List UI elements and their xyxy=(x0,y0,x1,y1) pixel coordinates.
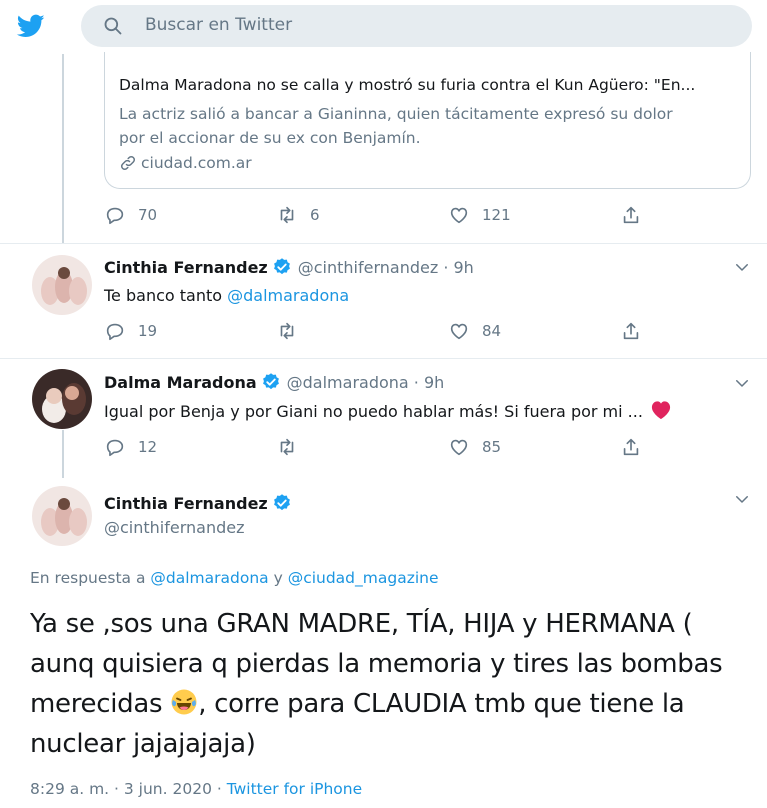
retweet-icon xyxy=(280,322,294,340)
card-desc-line: por el accionar de su ex con Benjamín. xyxy=(119,129,421,147)
top-bar xyxy=(0,0,767,54)
reply-button[interactable]: 19 xyxy=(104,319,157,343)
like-button[interactable]: 84 xyxy=(448,319,501,343)
tweet-header-handle: @cinthifernandez xyxy=(104,518,245,537)
tweet-line: Ya se ,sos una GRAN MADRE, TÍA, HIJA y H… xyxy=(30,609,693,639)
divider xyxy=(0,358,767,359)
tweet-header: Cinthia Fernandez @cinthifernandez · 9h xyxy=(104,257,474,277)
like-button[interactable]: 85 xyxy=(448,435,501,459)
reply-and: y xyxy=(268,569,288,587)
like-count: 121 xyxy=(482,206,511,224)
tweet-line-part: merecidas xyxy=(30,689,171,719)
tweet-actions: 70 6 121 xyxy=(104,203,664,227)
mention-link[interactable]: @dalmaradona xyxy=(227,286,349,305)
reply-context: En respuesta a @dalmaradona y @ciudad_ma… xyxy=(30,569,439,587)
twitter-bird-icon[interactable] xyxy=(15,12,47,40)
tweet-source[interactable]: Twitter for iPhone xyxy=(227,780,362,798)
author-name[interactable]: Cinthia Fernandez xyxy=(104,494,268,513)
share-icon xyxy=(623,206,639,224)
mention-link[interactable]: @dalmaradona xyxy=(150,569,268,587)
link-icon xyxy=(120,155,136,171)
author-name[interactable]: Cinthia Fernandez xyxy=(104,258,268,277)
heart-emoji xyxy=(651,401,671,420)
share-button[interactable] xyxy=(620,203,642,227)
heart-icon xyxy=(450,323,468,340)
share-button[interactable] xyxy=(620,435,642,459)
heart-icon xyxy=(450,439,468,456)
retweet-button[interactable]: 6 xyxy=(276,203,320,227)
tweet-line: aunq quisiera q pierdas la memoria y tir… xyxy=(30,649,723,679)
share-icon xyxy=(623,322,639,340)
card-title: Dalma Maradona no se calla y mostró su f… xyxy=(119,76,696,94)
avatar[interactable] xyxy=(32,369,92,429)
tweet-text: Te banco tanto @dalmaradona xyxy=(104,286,349,305)
card-domain: ciudad.com.ar xyxy=(119,154,252,172)
tweet-text-body: Igual por Benja y por Giani no puedo hab… xyxy=(104,402,643,421)
chevron-down-icon[interactable] xyxy=(733,374,751,392)
card-desc-line: La actriz salió a bancar a Gianinna, qui… xyxy=(119,105,673,123)
heart-icon xyxy=(450,207,468,224)
chevron-down-icon[interactable] xyxy=(733,258,751,276)
tweet-actions: 19 84 xyxy=(104,319,664,343)
main-tweet-text: Ya se ,sos una GRAN MADRE, TÍA, HIJA y H… xyxy=(30,604,750,764)
like-count: 84 xyxy=(482,322,502,340)
tweet-text: Igual por Benja y por Giani no puedo hab… xyxy=(104,400,672,421)
tweet-header: Cinthia Fernandez xyxy=(104,493,298,513)
retweet-button[interactable] xyxy=(276,435,310,459)
reply-icon xyxy=(106,439,124,457)
verified-badge-icon xyxy=(273,494,290,511)
tweet-meta: 8:29 a. m. · 3 jun. 2020 · Twitter for i… xyxy=(30,780,362,798)
share-icon xyxy=(623,438,639,456)
reply-count: 19 xyxy=(138,322,158,340)
reply-icon xyxy=(106,207,124,225)
search-box[interactable] xyxy=(81,5,752,47)
author-handle[interactable]: @cinthifernandez xyxy=(104,518,245,537)
author-handle: @dalmaradona · 9h xyxy=(286,372,445,392)
divider xyxy=(0,243,767,244)
reply-button[interactable]: 12 xyxy=(104,435,157,459)
verified-badge-icon xyxy=(262,373,279,390)
like-count: 85 xyxy=(482,438,502,456)
tweet-header: Dalma Maradona @dalmaradona · 9h xyxy=(104,372,444,392)
retweet-button[interactable] xyxy=(276,319,310,343)
tweet-text-body: Te banco tanto xyxy=(104,286,228,305)
thread-connector xyxy=(62,54,64,244)
search-icon xyxy=(104,17,122,35)
tweet-line: merecidas , corre para CLAUDIA tmb que t… xyxy=(30,684,750,724)
reply-count: 12 xyxy=(138,438,158,456)
tweet-actions: 12 85 xyxy=(104,435,664,459)
reply-icon xyxy=(106,323,124,341)
reply-prefix: En respuesta a xyxy=(30,569,151,587)
chevron-down-icon[interactable] xyxy=(733,490,751,508)
retweet-icon xyxy=(280,438,294,456)
search-input[interactable] xyxy=(145,15,685,35)
retweet-count: 6 xyxy=(310,206,320,224)
laughing-emoji xyxy=(171,689,197,715)
card-description: La actriz salió a bancar a Gianinna, qui… xyxy=(119,102,739,150)
tweet-line: nuclear jajajajaja) xyxy=(30,729,256,759)
card-domain-text: ciudad.com.ar xyxy=(141,154,252,172)
avatar[interactable] xyxy=(32,486,92,546)
link-card[interactable]: Dalma Maradona no se calla y mostró su f… xyxy=(104,52,751,189)
reply-count: 70 xyxy=(138,206,158,224)
share-button[interactable] xyxy=(620,319,642,343)
avatar[interactable] xyxy=(32,255,92,315)
tweet-line-part: , corre para CLAUDIA tmb que tiene la xyxy=(198,689,685,719)
tweet-timestamp[interactable]: 8:29 a. m. · 3 jun. 2020 · xyxy=(30,780,227,798)
author-handle: @cinthifernandez · 9h xyxy=(297,257,474,277)
retweet-icon xyxy=(280,206,294,224)
reply-button[interactable]: 70 xyxy=(104,203,157,227)
like-button[interactable]: 121 xyxy=(448,203,511,227)
verified-badge-icon xyxy=(273,258,290,275)
mention-link[interactable]: @ciudad_magazine xyxy=(288,569,439,587)
author-name[interactable]: Dalma Maradona xyxy=(104,373,257,392)
thread-connector xyxy=(62,430,64,478)
